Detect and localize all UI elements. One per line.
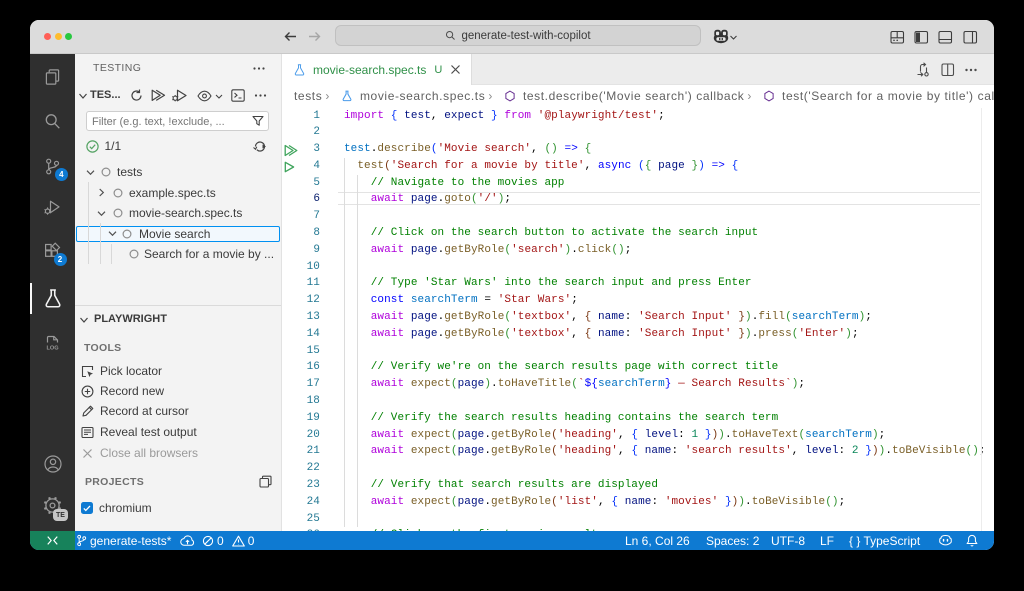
svg-text:LOG: LOG <box>46 346 58 352</box>
